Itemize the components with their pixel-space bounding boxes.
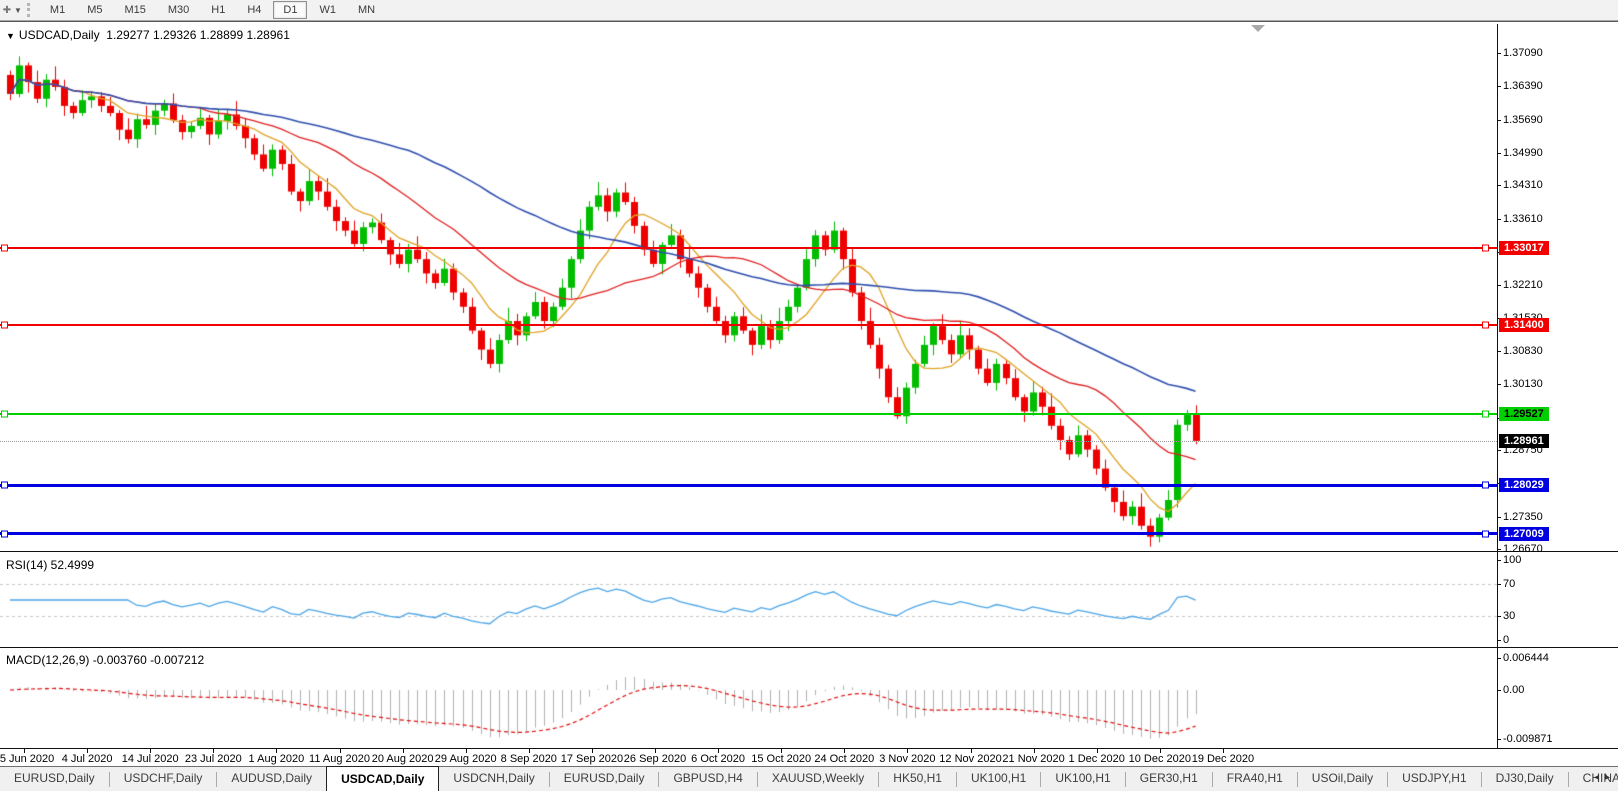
macd-canvas[interactable] [0,651,1497,748]
tab-scroll-right-icon[interactable]: ▸ [1605,772,1616,783]
timeframe-button-W1[interactable]: W1 [309,1,346,19]
line-anchor-left[interactable] [1,321,8,328]
mt4-window: ✚ ▼ M1M5M15M30H1H4D1W1MN ▼ USDCAD,Daily 1… [0,0,1618,791]
chart-tab-USDCHF-Daily[interactable]: USDCHF,Daily [110,767,217,791]
chart-tab-AUDUSD-Daily[interactable]: AUDUSD,Daily [217,767,326,791]
date-axis[interactable] [0,749,1618,766]
line-anchor-right[interactable] [1482,482,1489,489]
chart-symbol-label: USDCAD,Daily [19,28,100,42]
timeframe-button-M5[interactable]: M5 [77,1,112,19]
chart-tab-GBPUSD-H4[interactable]: GBPUSD,H4 [659,767,756,791]
toolbar-dropdown-icon[interactable]: ▼ [14,6,22,15]
ohlc-close: 1.28961 [246,28,289,42]
ohlc-high: 1.29326 [153,28,196,42]
rsi-canvas[interactable] [0,556,1497,647]
price-axis-label: 1.27350 [1503,511,1543,523]
rsi-axis-label: 100 [1503,554,1521,566]
horizontal-line-1.31400[interactable] [0,324,1497,326]
horizontal-line-1.27009[interactable] [0,532,1497,535]
rsi-label: RSI(14) 52.4999 [6,558,94,572]
ohlc-open: 1.29277 [106,28,149,42]
line-anchor-right[interactable] [1482,244,1489,251]
chart-tab-EURUSD-Daily[interactable]: EURUSD,Daily [550,767,659,791]
price-level-badge: 1.27009 [1499,527,1549,541]
price-level-badge: 1.28029 [1499,478,1549,492]
rsi-axis-label: 70 [1503,578,1515,590]
main-chart-panel [0,24,1618,551]
timeframe-button-M1[interactable]: M1 [40,1,75,19]
timeframe-button-H1[interactable]: H1 [201,1,235,19]
chart-tab-HK50-H1[interactable]: HK50,H1 [879,767,956,791]
current-price-badge: 1.28961 [1499,434,1549,448]
price-axis-label: 1.30130 [1503,378,1543,390]
chart-tab-USDJPY-H1[interactable]: USDJPY,H1 [1388,767,1480,791]
line-anchor-right[interactable] [1482,321,1489,328]
chart-tab-FRA40-H1[interactable]: FRA40,H1 [1213,767,1297,791]
tab-scroll-left-icon[interactable]: ◂ [1594,772,1605,783]
macd-axis-label: -0.009871 [1503,733,1553,745]
chart-tab-UK100-H1[interactable]: UK100,H1 [957,767,1040,791]
price-axis-label: 1.32210 [1503,279,1543,291]
chart-shift-marker[interactable] [1251,25,1265,32]
timeframe-button-MN[interactable]: MN [348,1,385,19]
tab-scroll-arrows: ◂▸ [1594,772,1616,783]
macd-axis-label: 0.00 [1503,684,1524,696]
ohlc-low: 1.28899 [200,28,243,42]
toolbar-grip[interactable] [27,3,33,17]
price-axis-label: 1.34990 [1503,147,1543,159]
macd-panel [0,651,1618,748]
horizontal-line-1.28029[interactable] [0,484,1497,487]
price-axis-label: 1.33610 [1503,213,1543,225]
timeframe-toolbar: ✚ ▼ M1M5M15M30H1H4D1W1MN [0,0,1618,21]
main-chart-canvas[interactable] [0,24,1497,551]
chart-title-bar: ▼ USDCAD,Daily 1.29277 1.29326 1.28899 1.… [6,28,290,42]
timeframe-button-M30[interactable]: M30 [158,1,199,19]
chart-tab-USDCAD-Daily[interactable]: USDCAD,Daily [326,766,439,791]
current-price-line [0,441,1497,442]
line-anchor-left[interactable] [1,530,8,537]
chart-tabs: EURUSD,DailyUSDCHF,DailyAUDUSD,DailyUSDC… [0,767,1618,791]
chart-tab-EURUSD-Daily[interactable]: EURUSD,Daily [0,767,109,791]
symbol-collapse-icon[interactable]: ▼ [6,31,15,41]
price-axis-label: 1.35690 [1503,114,1543,126]
timeframe-button-M15[interactable]: M15 [114,1,155,19]
horizontal-line-1.29527[interactable] [0,413,1497,415]
price-level-badge: 1.31400 [1499,318,1549,332]
timeframe-button-H4[interactable]: H4 [237,1,271,19]
macd-label: MACD(12,26,9) -0.003760 -0.007212 [6,653,204,667]
price-axis-label: 1.36390 [1503,80,1543,92]
timeframe-button-D1[interactable]: D1 [273,1,307,19]
price-axis-label: 1.34310 [1503,179,1543,191]
macd-axis-label: 0.006444 [1503,652,1549,664]
line-anchor-right[interactable] [1482,411,1489,418]
chart-tab-UK100-H1[interactable]: UK100,H1 [1041,767,1124,791]
chart-tab-USDCNH-Daily[interactable]: USDCNH,Daily [439,767,548,791]
line-anchor-left[interactable] [1,244,8,251]
line-anchor-left[interactable] [1,411,8,418]
chart-tab-DJ30-Daily[interactable]: DJ30,Daily [1482,767,1568,791]
price-axis-label: 1.37090 [1503,47,1543,59]
rsi-axis-label: 30 [1503,610,1515,622]
timeframe-buttons: M1M5M15M30H1H4D1W1MN [39,1,386,19]
price-level-badge: 1.33017 [1499,241,1549,255]
chart-tab-GER30-H1[interactable]: GER30,H1 [1126,767,1212,791]
chart-tabs-bar: EURUSD,DailyUSDCHF,DailyAUDUSD,DailyUSDC… [0,766,1618,791]
line-anchor-right[interactable] [1482,530,1489,537]
rsi-axis-label: 0 [1503,634,1509,646]
cursor-tool-icon[interactable]: ✚ [0,5,14,16]
rsi-panel [0,556,1618,647]
price-axis-label: 1.30830 [1503,345,1543,357]
chart-tab-XAUUSD-Weekly[interactable]: XAUUSD,Weekly [758,767,878,791]
price-level-badge: 1.29527 [1499,407,1549,421]
horizontal-line-1.33017[interactable] [0,247,1497,249]
chart-tab-USOil-Daily[interactable]: USOil,Daily [1298,767,1387,791]
line-anchor-left[interactable] [1,482,8,489]
